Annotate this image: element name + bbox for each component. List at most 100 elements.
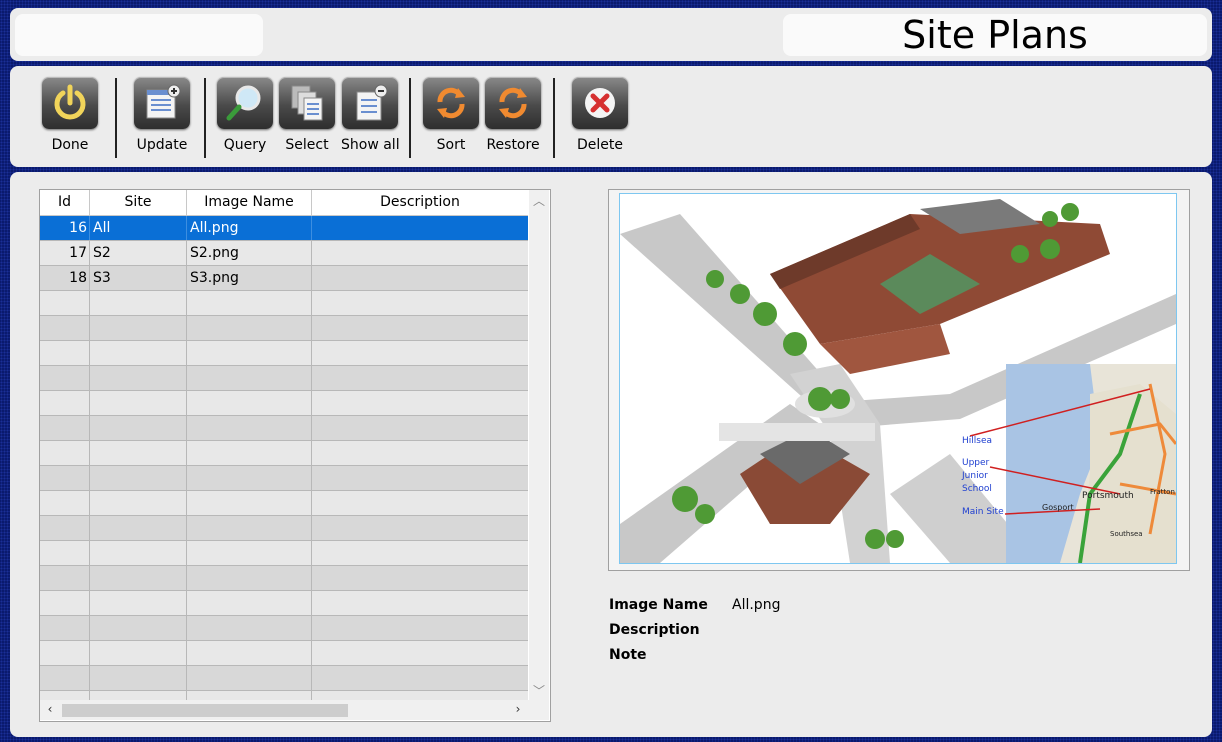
table-cell-id (40, 516, 90, 540)
table-row[interactable] (40, 491, 528, 516)
table-cell-id (40, 291, 90, 315)
image-preview-frame: Hillsea Upper Junior School Main Site Po… (608, 189, 1190, 571)
map-label-gosport: Gosport (1042, 503, 1074, 512)
query-button[interactable]: Query (216, 77, 274, 153)
table-cell-description (312, 216, 528, 240)
table-cell-image (187, 316, 312, 340)
restore-label: Restore (486, 137, 540, 153)
table-cell-site: All (90, 216, 187, 240)
table-cell-description (312, 591, 528, 615)
image-name-field[interactable] (719, 423, 875, 441)
image-name-label: Image Name (609, 597, 708, 613)
site-plans-table[interactable]: Id Site Image Name Description 16 All All.… (39, 189, 551, 722)
table-cell-description (312, 641, 528, 665)
table-cell-id (40, 316, 90, 340)
table-row[interactable] (40, 641, 528, 666)
show-all-button[interactable]: Show all (341, 77, 400, 153)
table-cell-description (312, 416, 528, 440)
table-cell-site (90, 516, 187, 540)
column-header-image-name[interactable]: Image Name (187, 190, 312, 215)
select-button[interactable]: Select (278, 77, 336, 153)
table-cell-image (187, 591, 312, 615)
update-button[interactable]: Update (133, 77, 191, 153)
sort-button[interactable]: Sort (422, 77, 480, 153)
horizontal-scroll-thumb[interactable] (62, 704, 348, 717)
table-row[interactable]: 18 S3 S3.png (40, 266, 528, 291)
table-row[interactable] (40, 391, 528, 416)
table-row[interactable] (40, 516, 528, 541)
table-row[interactable] (40, 441, 528, 466)
table-row[interactable]: 17 S2 S2.png (40, 241, 528, 266)
table-row[interactable] (40, 316, 528, 341)
table-cell-description (312, 316, 528, 340)
vertical-scrollbar[interactable]: ︿ ﹀ (529, 190, 549, 700)
table-cell-description (312, 491, 528, 515)
show-all-icon (342, 77, 398, 129)
table-cell-description (312, 616, 528, 640)
table-cell-id (40, 566, 90, 590)
map-label-junior: Junior (961, 471, 988, 481)
table-cell-image (187, 491, 312, 515)
toolbar-separator (553, 78, 555, 158)
table-cell-id (40, 441, 90, 465)
table-cell-image: S2.png (187, 241, 312, 265)
toolbar: Done Update Query Select Show all Sort R… (10, 66, 1212, 167)
table-row[interactable] (40, 416, 528, 441)
table-cell-id (40, 391, 90, 415)
table-cell-description (312, 266, 528, 290)
column-header-description[interactable]: Description (312, 190, 528, 215)
table-cell-id (40, 466, 90, 490)
table-cell-image (187, 391, 312, 415)
map-label-main-site: Main Site (962, 507, 1004, 517)
toolbar-separator (409, 78, 411, 158)
table-row[interactable] (40, 466, 528, 491)
show-all-label: Show all (341, 137, 400, 153)
done-button[interactable]: Done (41, 77, 99, 153)
table-cell-id (40, 341, 90, 365)
table-cell-id: 18 (40, 266, 90, 290)
table-cell-site: S3 (90, 266, 187, 290)
table-cell-image (187, 566, 312, 590)
page-title-box: Site Plans (783, 14, 1207, 56)
table-row[interactable] (40, 366, 528, 391)
table-cell-description (312, 366, 528, 390)
horizontal-scrollbar[interactable]: ‹ › (40, 700, 549, 720)
map-label-southsea: Southsea (1110, 530, 1143, 538)
table-cell-site: S2 (90, 241, 187, 265)
restore-button[interactable]: Restore (484, 77, 542, 153)
table-row[interactable] (40, 341, 528, 366)
scroll-down-icon[interactable]: ﹀ (529, 682, 549, 699)
map-label-school: School (962, 484, 992, 494)
table-header: Id Site Image Name Description (40, 190, 528, 216)
table-row[interactable] (40, 541, 528, 566)
table-cell-site (90, 641, 187, 665)
table-cell-image (187, 466, 312, 490)
delete-button[interactable]: Delete (571, 77, 629, 153)
table-cell-id (40, 541, 90, 565)
scroll-left-icon[interactable]: ‹ (40, 702, 60, 716)
table-row[interactable] (40, 591, 528, 616)
page-title: Site Plans (902, 13, 1088, 57)
table-row[interactable]: 16 All All.png (40, 216, 528, 241)
table-cell-image (187, 341, 312, 365)
column-header-site[interactable]: Site (90, 190, 187, 215)
select-label: Select (285, 137, 329, 153)
table-row[interactable] (40, 291, 528, 316)
table-cell-site (90, 291, 187, 315)
table-cell-id: 16 (40, 216, 90, 240)
table-row[interactable] (40, 666, 528, 691)
table-cell-id (40, 641, 90, 665)
column-header-id[interactable]: Id (40, 190, 90, 215)
map-label-portsmouth: Portsmouth (1082, 491, 1134, 501)
toolbar-separator (115, 78, 117, 158)
scroll-up-icon[interactable]: ︿ (529, 192, 549, 209)
select-pages-icon (279, 77, 335, 129)
table-row[interactable] (40, 616, 528, 641)
table-cell-site (90, 566, 187, 590)
map-label-fratton: Fratton (1150, 488, 1175, 496)
scroll-right-icon[interactable]: › (508, 702, 528, 716)
table-row[interactable] (40, 566, 528, 591)
header-bar: Site Plans (10, 8, 1212, 61)
table-cell-description (312, 541, 528, 565)
update-label: Update (136, 137, 188, 153)
